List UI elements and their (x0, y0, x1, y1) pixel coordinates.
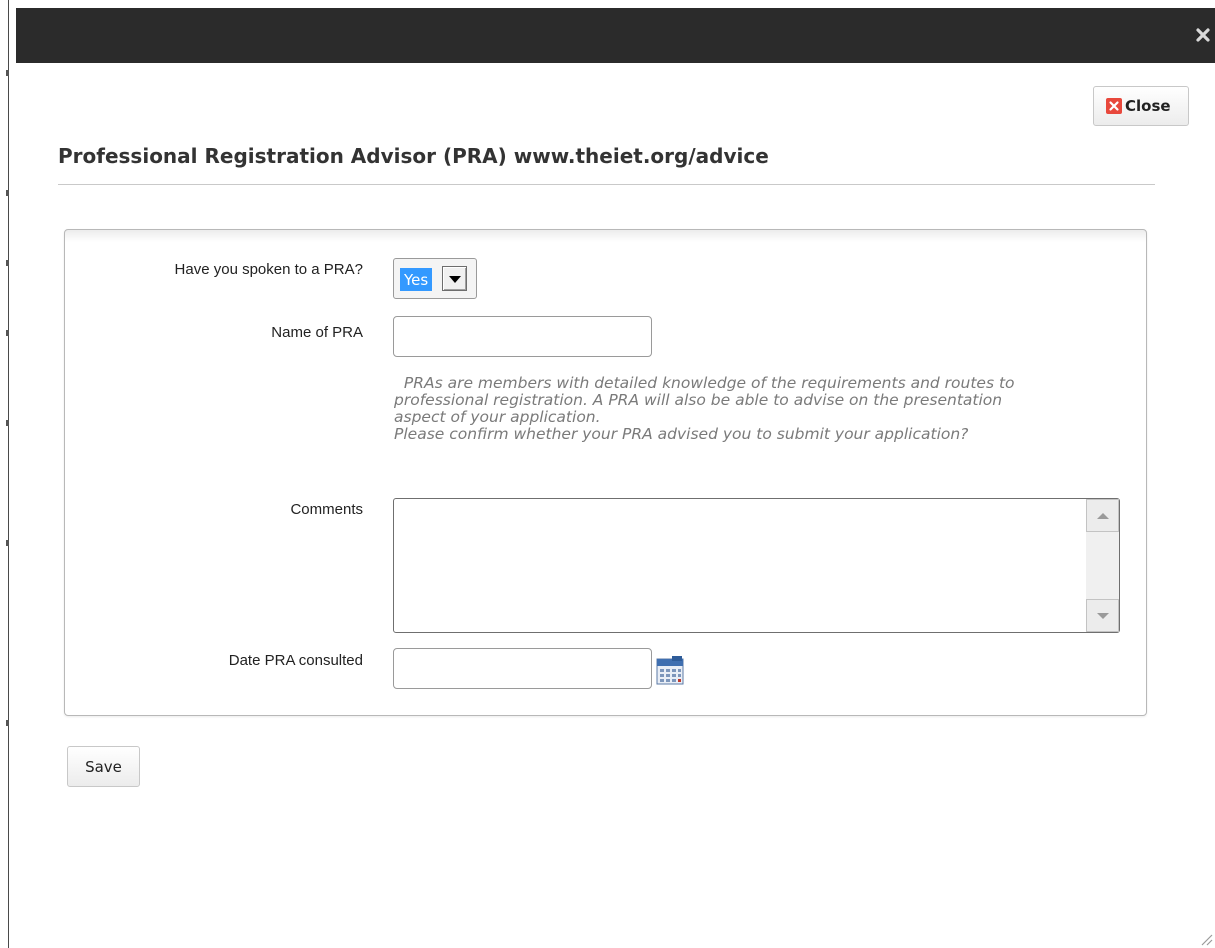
spoken-to-pra-label: Have you spoken to a PRA? (174, 261, 363, 278)
chevron-down-icon[interactable] (442, 266, 467, 291)
scroll-down-icon[interactable] (1086, 599, 1119, 632)
resize-grip-icon[interactable] (1199, 932, 1213, 946)
title-divider (58, 184, 1155, 185)
spoken-to-pra-select[interactable]: Yes (393, 258, 477, 299)
help-line: PRAs are members with detailed knowledge… (394, 374, 1015, 392)
window-left-edge (0, 0, 9, 948)
calendar-icon[interactable] (655, 656, 685, 686)
save-button[interactable]: Save (67, 746, 140, 787)
pra-dialog: Close Professional Registration Advisor … (10, 0, 1215, 948)
date-consulted-label: Date PRA consulted (228, 652, 363, 669)
name-of-pra-label: Name of PRA (271, 324, 363, 341)
close-icon[interactable] (1195, 27, 1211, 43)
dialog-titlebar (16, 8, 1215, 63)
page-title: Professional Registration Advisor (PRA) … (58, 144, 769, 168)
comments-label: Comments (290, 501, 363, 518)
close-x-icon (1106, 98, 1122, 114)
comments-scrollbar[interactable] (1086, 499, 1119, 632)
help-line: Please confirm whether your PRA advised … (394, 425, 969, 443)
help-line: aspect of your application. (394, 408, 601, 426)
comments-textarea[interactable] (393, 498, 1120, 633)
pra-help-text: PRAs are members with detailed knowledge… (394, 375, 1094, 443)
spoken-to-pra-value: Yes (400, 268, 433, 291)
scroll-up-icon[interactable] (1086, 499, 1119, 532)
date-consulted-input[interactable] (393, 648, 652, 689)
help-line: professional registration. A PRA will al… (394, 391, 1003, 409)
close-button-label: Close (1125, 97, 1171, 115)
form-panel (64, 229, 1147, 716)
name-of-pra-input[interactable] (393, 316, 652, 357)
close-button[interactable]: Close (1093, 86, 1189, 126)
